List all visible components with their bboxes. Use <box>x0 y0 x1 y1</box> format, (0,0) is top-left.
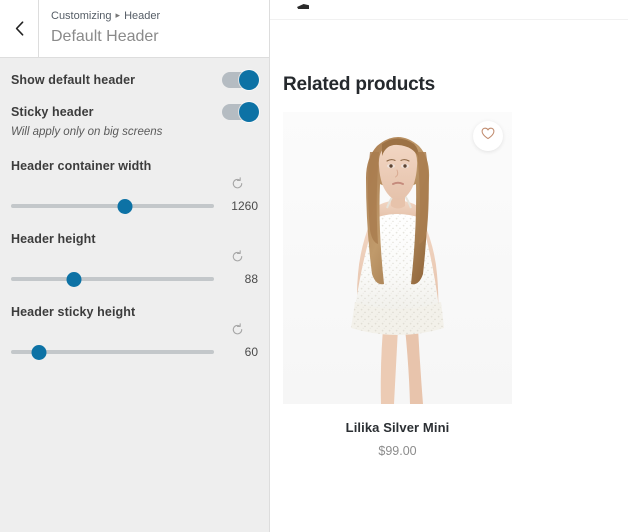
reset-icon[interactable] <box>231 250 244 268</box>
wishlist-button[interactable] <box>473 121 503 151</box>
model-photo <box>283 112 512 404</box>
slider-header-container-width[interactable] <box>11 197 214 215</box>
breadcrumb-separator-icon: ▸ <box>116 8 121 22</box>
cursor-icon <box>297 2 311 11</box>
control-header-container-width: Header container width 1260 <box>11 142 258 215</box>
control-label: Header height <box>11 231 258 247</box>
slider-value: 88 <box>214 272 258 286</box>
reset-icon[interactable] <box>231 177 244 195</box>
sticky-header-help-text: Will apply only on big screens <box>11 124 258 140</box>
control-show-default-header: Show default header <box>11 58 258 90</box>
panel-titles: Customizing ▸Header Default Header <box>39 0 160 57</box>
back-button[interactable] <box>0 0 39 57</box>
control-label: Header sticky height <box>11 304 258 320</box>
slider-row: 1260 <box>11 197 258 215</box>
page-title: Default Header <box>51 25 160 49</box>
chevron-left-icon <box>15 21 24 36</box>
reset-icon[interactable] <box>231 323 244 341</box>
control-list: Show default header Sticky header Will a… <box>0 58 269 361</box>
customizer-sidebar: Customizing ▸Header Default Header Show d… <box>0 0 270 532</box>
site-preview-pane[interactable]: Related products <box>270 0 628 532</box>
product-price: $99.00 <box>283 444 512 458</box>
slider-row: 88 <box>11 270 258 288</box>
control-label: Show default header <box>11 73 135 87</box>
product-image[interactable] <box>283 112 512 404</box>
slider-value: 60 <box>214 345 258 359</box>
toggle-show-default-header[interactable] <box>222 72 258 88</box>
control-header-height: Header height 88 <box>11 215 258 288</box>
product-card[interactable]: Lilika Silver Mini $99.00 <box>283 112 512 458</box>
slider-thumb[interactable] <box>66 272 81 287</box>
slider-thumb[interactable] <box>117 199 132 214</box>
customizer-screen: Customizing ▸Header Default Header Show d… <box>0 0 628 532</box>
toggle-knob <box>239 102 259 122</box>
slider-header-sticky-height[interactable] <box>11 343 214 361</box>
panel-header: Customizing ▸Header Default Header <box>0 0 269 58</box>
control-label: Sticky header <box>11 105 94 119</box>
control-label: Header container width <box>11 158 258 174</box>
control-sticky-header: Sticky header <box>11 90 258 122</box>
slider-header-height[interactable] <box>11 270 214 288</box>
slider-track <box>11 277 214 281</box>
reset-row <box>11 251 258 267</box>
breadcrumb-root[interactable]: Customizing <box>51 10 112 22</box>
reset-row <box>11 178 258 194</box>
heart-icon <box>481 127 495 145</box>
slider-track <box>11 204 214 208</box>
slider-thumb[interactable] <box>32 345 47 360</box>
toggle-knob <box>239 70 259 90</box>
related-products-heading: Related products <box>283 74 435 96</box>
breadcrumb: Customizing ▸Header <box>51 8 160 23</box>
reset-row <box>11 324 258 340</box>
breadcrumb-section: Header <box>124 10 160 22</box>
toggle-sticky-header[interactable] <box>222 104 258 120</box>
control-header-sticky-height: Header sticky height 60 <box>11 288 258 361</box>
slider-row: 60 <box>11 343 258 361</box>
product-title[interactable]: Lilika Silver Mini <box>283 420 512 435</box>
preview-top-strip <box>270 0 628 20</box>
slider-value: 1260 <box>214 199 258 213</box>
